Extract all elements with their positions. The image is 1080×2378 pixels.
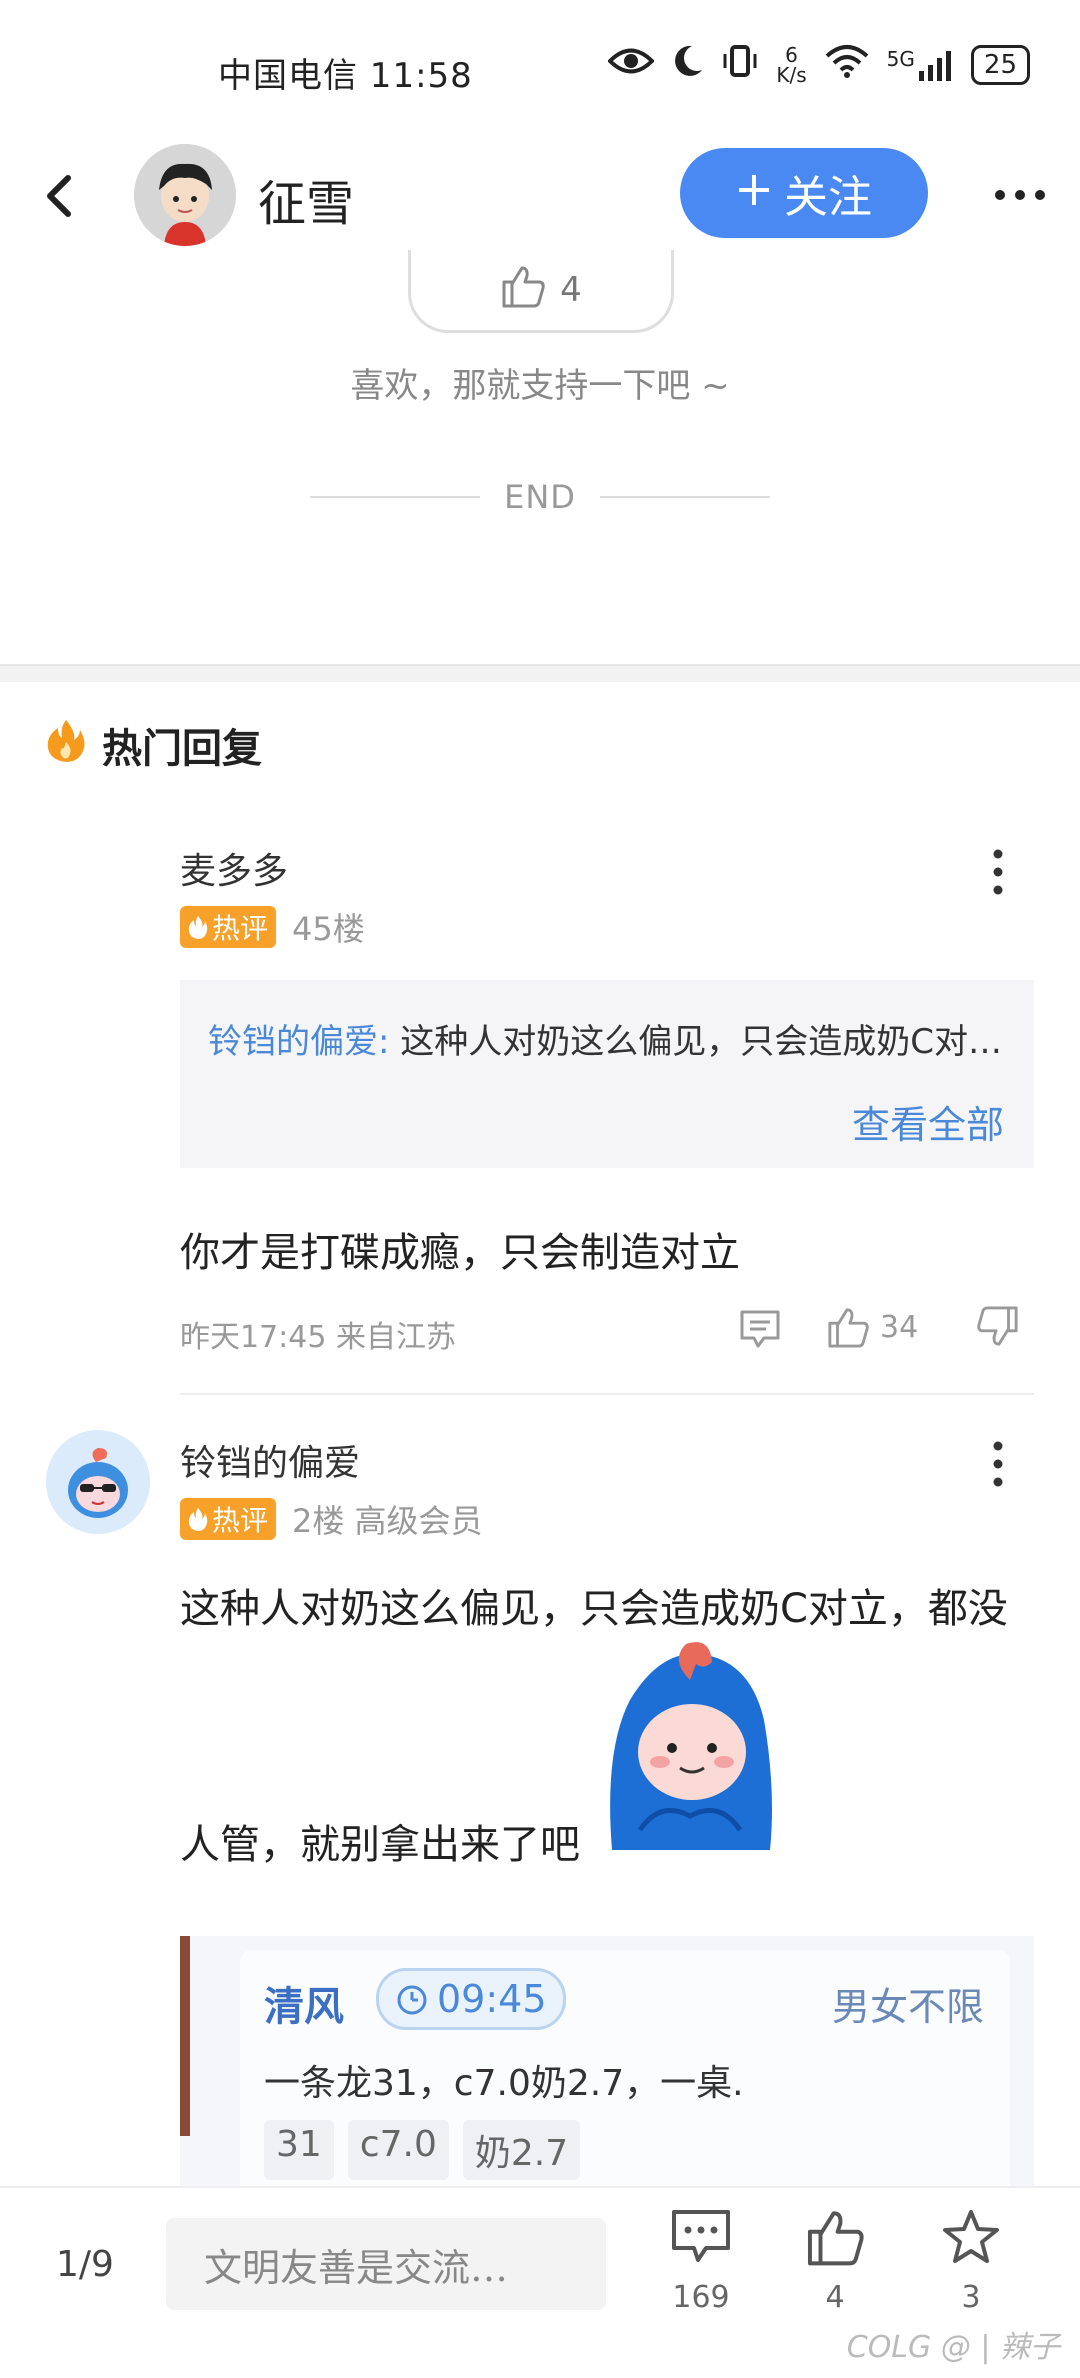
page-indicator[interactable]: 1/9 xyxy=(56,2244,114,2285)
like-button[interactable]: 4 xyxy=(780,2208,890,2315)
quoted-username[interactable]: 铃铛的偏爱: xyxy=(208,1022,389,1062)
hot-replies-title: 热门回复 xyxy=(102,726,262,772)
reply-avatar[interactable] xyxy=(46,1430,150,1534)
comment-input[interactable]: 文明友善是交流… xyxy=(166,2218,606,2310)
reply-image[interactable]: 清风 09:45 男女不限 一条龙31，c7.0奶2.7，一桌. 31 c7.0… xyxy=(180,1936,1034,2186)
more-vertical-icon xyxy=(993,1441,1003,1487)
vibrate-icon xyxy=(722,44,758,86)
more-vertical-icon xyxy=(993,849,1003,895)
article-like-count: 4 xyxy=(560,270,582,310)
star-icon xyxy=(943,2210,999,2263)
fire-icon xyxy=(188,1508,208,1531)
hot-replies-header: 热门回复 xyxy=(46,716,262,774)
end-marker: END xyxy=(504,478,576,516)
fire-icon xyxy=(46,718,86,772)
signal-icon: 5G xyxy=(887,49,953,81)
back-button[interactable] xyxy=(34,160,84,230)
reply-meta: 热评 2楼 高级会员 xyxy=(180,1496,483,1542)
section-divider xyxy=(0,664,1080,682)
hot-comment-badge: 热评 xyxy=(180,906,277,948)
image-card-time: 09:45 xyxy=(376,1968,566,2030)
support-text: 喜欢，那就支持一下吧 ~ xyxy=(350,366,730,406)
comment-count: 169 xyxy=(672,2280,730,2315)
wifi-icon xyxy=(825,44,869,86)
reply-content-line1: 这种人对奶这么偏见，只会造成奶C对立，都没 xyxy=(180,1586,1008,1632)
eye-icon xyxy=(607,46,656,84)
thumbs-up-icon xyxy=(807,2211,864,2266)
like-count: 4 xyxy=(825,2280,845,2315)
watermark: COLG @ | 辣子 xyxy=(846,2330,1060,2365)
reply-username[interactable]: 铃铛的偏爱 xyxy=(180,1434,360,1486)
hot-comment-badge: 热评 xyxy=(180,1498,277,1540)
reply-time-location: 昨天17:45 来自江苏 xyxy=(180,1320,456,1355)
comment-icon xyxy=(672,2210,730,2262)
battery-indicator: 25 xyxy=(970,45,1030,85)
favorite-count: 3 xyxy=(961,2280,981,2315)
article-like-button[interactable]: 4 xyxy=(408,250,674,333)
view-all-link[interactable]: 查看全部 xyxy=(852,1094,1004,1149)
emoji-sticker xyxy=(600,1640,778,1850)
favorite-button[interactable]: 3 xyxy=(916,2208,1026,2315)
thumbs-up-icon xyxy=(828,1308,869,1348)
status-bar: 中国电信 11:58 6 K/s 5G 25 xyxy=(0,0,1080,130)
image-card-chip: 奶2.7 xyxy=(462,2120,581,2180)
comment-icon xyxy=(740,1310,780,1348)
reply-separator xyxy=(180,1393,1034,1395)
reply-content: 你才是打碟成瘾，只会制造对立 xyxy=(180,1230,740,1276)
image-card-chips: 31 c7.0 奶2.7 xyxy=(264,2120,581,2180)
image-edge xyxy=(180,1936,190,2136)
fire-icon xyxy=(188,916,208,939)
quoted-text: 这种人对奶这么偏见，只会造成奶C对… xyxy=(400,1022,1003,1062)
reply-more-button[interactable] xyxy=(988,842,1008,902)
moon-icon xyxy=(672,44,704,86)
reply-content-line2: 人管，就别拿出来了吧 xyxy=(180,1822,580,1868)
reply-like-button[interactable]: 34 xyxy=(826,1306,918,1348)
reply-comment-button[interactable] xyxy=(738,1308,782,1350)
reply-floor: 45楼 xyxy=(292,910,365,948)
status-icons: 6 K/s 5G 25 xyxy=(607,43,1030,87)
author-name[interactable]: 征雪 xyxy=(258,164,354,234)
thumbs-down-icon xyxy=(977,1306,1018,1346)
thumbs-up-icon xyxy=(500,264,546,317)
image-card-chip: 31 xyxy=(264,2120,334,2180)
plus-icon xyxy=(736,168,772,219)
carrier-time: 中国电信 11:58 xyxy=(218,56,473,96)
image-card-desc: 一条龙31，c7.0奶2.7，一桌. xyxy=(264,2063,744,2104)
comments-button[interactable]: 169 xyxy=(646,2208,756,2315)
image-card-name: 清风 xyxy=(264,1984,344,2030)
quoted-reply-box[interactable]: 铃铛的偏爱: 这种人对奶这么偏见，只会造成奶C对… 查看全部 xyxy=(180,980,1034,1168)
quoted-reply-line: 铃铛的偏爱: 这种人对奶这么偏见，只会造成奶C对… xyxy=(208,1014,1018,1063)
chevron-left-icon xyxy=(47,175,71,217)
clock-icon xyxy=(397,1985,427,2015)
bottom-bar: 1/9 文明友善是交流… 169 4 3 COLG @ | 辣子 xyxy=(0,2186,1080,2378)
image-card-chip: c7.0 xyxy=(347,2120,449,2180)
net-speed: 6 K/s xyxy=(776,43,807,87)
author-avatar[interactable] xyxy=(134,144,236,246)
reply-username[interactable]: 麦多多 xyxy=(180,842,288,894)
follow-button[interactable]: 关注 xyxy=(680,148,928,238)
more-horizontal-icon xyxy=(995,190,1045,200)
follow-label: 关注 xyxy=(784,172,872,223)
end-divider-right xyxy=(600,496,770,498)
reply-more-button[interactable] xyxy=(988,1434,1008,1494)
reply-like-count: 34 xyxy=(880,1309,919,1345)
reply-meta: 热评 45楼 xyxy=(180,904,365,950)
image-card-tag: 男女不限 xyxy=(831,1985,984,2029)
reply-dislike-button[interactable] xyxy=(976,1306,1020,1348)
more-options-button[interactable] xyxy=(990,170,1050,220)
reply-floor-member: 2楼 高级会员 xyxy=(292,1502,483,1540)
image-card: 清风 09:45 男女不限 一条龙31，c7.0奶2.7，一桌. 31 c7.0… xyxy=(240,1950,1010,2186)
